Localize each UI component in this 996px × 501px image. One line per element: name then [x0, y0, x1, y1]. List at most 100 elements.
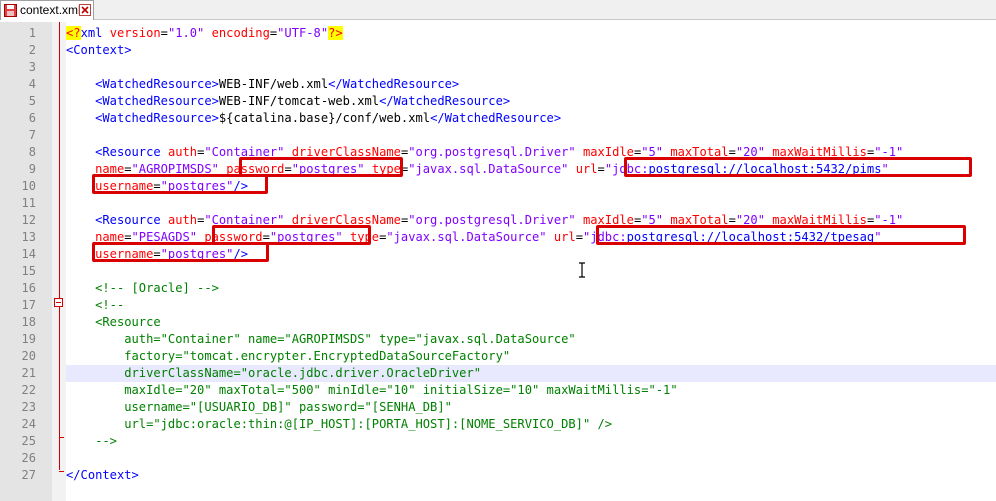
close-tab-icon[interactable] — [79, 4, 91, 16]
line-number: 12 — [21, 213, 36, 227]
token-attr: version — [109, 26, 161, 40]
code-text: <?xml version="1.0" encoding="UTF-8"?> — [66, 25, 343, 42]
code-line[interactable]: username="[USUARIO_DB]" password="[SENHA… — [66, 399, 996, 416]
token-tag: <Resource — [95, 213, 168, 227]
code-line[interactable]: </Context> — [66, 467, 996, 484]
line-number: 8 — [28, 145, 36, 159]
code-line[interactable]: url="jdbc:oracle:thin:@[IP_HOST]:[PORTA_… — [66, 416, 996, 433]
code-line[interactable]: <WatchedResource>WEB-INF/tomcat-web.xml<… — [66, 93, 996, 110]
token-val: "org.postgresql.Driver" — [408, 213, 576, 227]
token-tag: </WatchedResource> — [379, 94, 511, 108]
code-text: <Resource — [66, 314, 161, 331]
token-attr: auth — [167, 213, 198, 227]
token-com: <!-- [Oracle] --> — [95, 281, 219, 295]
current-code-line[interactable]: driverClassName="oracle.jdbc.driver.Orac… — [66, 365, 996, 382]
code-text: <WatchedResource>WEB-INF/web.xml</Watche… — [66, 76, 459, 93]
line-number: 21 — [21, 366, 36, 380]
code-line[interactable]: <?xml version="1.0" encoding="UTF-8"?> — [66, 25, 996, 42]
code-text: <!-- [Oracle] --> — [66, 280, 219, 297]
code-text: url="jdbc:oracle:thin:@[IP_HOST]:[PORTA_… — [66, 416, 612, 433]
code-text: driverClassName="oracle.jdbc.driver.Orac… — [66, 365, 481, 382]
token-tag: </WatchedResource> — [328, 77, 460, 91]
code-line[interactable]: <!-- — [66, 297, 996, 314]
token-com: auth="Container" name="AGROPIMSDS" type=… — [124, 332, 576, 346]
line-number: 14 — [21, 247, 36, 261]
token-com: username="[USUARIO_DB]" password="[SENHA… — [124, 400, 452, 414]
code-line[interactable] — [66, 127, 996, 144]
line-number: 7 — [28, 128, 36, 142]
token-val: "org.postgresql.Driver" — [408, 145, 576, 159]
token-pi: ?> — [328, 26, 343, 40]
line-number: 10 — [21, 179, 36, 193]
token-com: driverClassName="oracle.jdbc.driver.Orac… — [124, 366, 482, 380]
token-com: factory="tomcat.encrypter.EncryptedDataS… — [124, 349, 511, 363]
code-text: <!-- — [66, 297, 124, 314]
code-line[interactable]: <Resource — [66, 314, 996, 331]
fold-line — [59, 22, 60, 470]
code-line[interactable]: <Context> — [66, 42, 996, 59]
code-line[interactable] — [66, 195, 996, 212]
code-line[interactable]: factory="tomcat.encrypter.EncryptedDataS… — [66, 348, 996, 365]
code-line[interactable]: auth="Container" name="AGROPIMSDS" type=… — [66, 331, 996, 348]
line-number: 25 — [21, 434, 36, 448]
tab-title: context.xml — [20, 3, 81, 17]
token-attr: auth — [167, 145, 198, 159]
line-number-gutter: 1 2 3 4 5 6 7 8 9 10 11 12 13 14 15 16 17 18 19 20 21 22 23 24 2… — [0, 22, 52, 501]
fold-toggle-icon[interactable] — [54, 298, 63, 307]
token-eq: = — [160, 26, 168, 40]
line-number: 3 — [28, 60, 36, 74]
code-line[interactable]: <WatchedResource>${catalina.base}/conf/w… — [66, 110, 996, 127]
code-line[interactable]: --> — [66, 433, 996, 450]
code-line[interactable]: maxIdle="20" maxTotal="500" minIdle="10"… — [66, 382, 996, 399]
code-line[interactable] — [66, 450, 996, 467]
line-number: 27 — [21, 468, 36, 482]
token-tag: <Resource — [95, 145, 168, 159]
code-text: --> — [66, 433, 117, 450]
token-com: <Resource — [95, 315, 161, 329]
code-text: username="[USUARIO_DB]" password="[SENHA… — [66, 399, 452, 416]
token-tag: </Context> — [66, 468, 139, 482]
line-number: 13 — [21, 230, 36, 244]
tab-bar: context.xml — [0, 0, 996, 20]
highlight-box-username — [92, 174, 268, 194]
line-number: 20 — [21, 349, 36, 363]
highlight-box-url — [596, 225, 966, 245]
code-line[interactable] — [66, 263, 996, 280]
code-line[interactable]: <!-- [Oracle] --> — [66, 280, 996, 297]
code-text: </Context> — [66, 467, 139, 484]
code-editor[interactable]: </Context> --> url="jdbc:oracle:thin:@[I… — [66, 22, 996, 501]
line-number: 9 — [28, 162, 36, 176]
code-line[interactable] — [66, 59, 996, 76]
tab-context-xml[interactable]: context.xml — [0, 0, 94, 20]
highlight-box-username — [92, 242, 269, 262]
token-tag: <Context> — [66, 43, 132, 57]
code-text: auth="Container" name="AGROPIMSDS" type=… — [66, 331, 576, 348]
token-val: "javax.sql.DataSource" — [408, 162, 569, 176]
token-tag: <WatchedResource> — [95, 94, 219, 108]
token-com: --> — [95, 434, 117, 448]
code-text: <Context> — [66, 42, 132, 59]
line-number: 16 — [21, 281, 36, 295]
line-number: 18 — [21, 315, 36, 329]
token-com: <!-- — [95, 298, 125, 312]
code-line[interactable]: <WatchedResource>WEB-INF/web.xml</Watche… — [66, 76, 996, 93]
line-number: 11 — [21, 196, 36, 210]
token-txt: WEB-INF/tomcat-web.xml — [218, 94, 380, 108]
token-val: "UTF-8" — [277, 26, 329, 40]
